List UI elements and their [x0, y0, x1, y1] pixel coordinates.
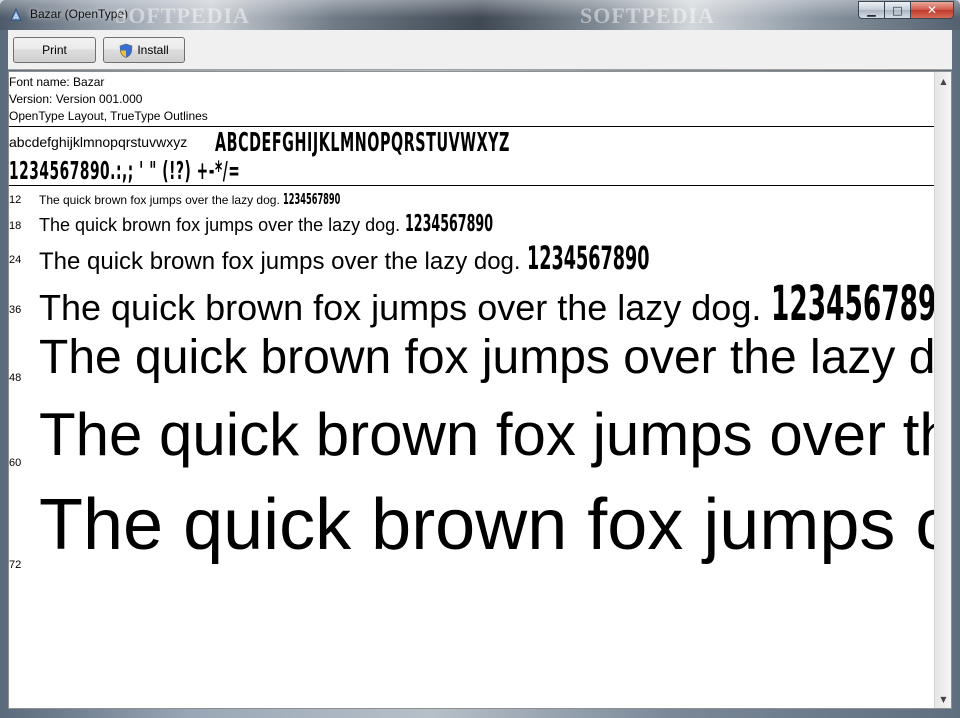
charset-numbers: 1234567890.:,; ' " (!?) +-*/=	[9, 156, 430, 185]
sample-line-72: The quick brown fox jumps over the lazy …	[39, 484, 951, 566]
sample-text: The quick brown fox jumps over the lazy …	[39, 215, 401, 235]
sample-text: The quick brown fox jumps over the lazy …	[39, 287, 762, 328]
sample-text: The quick brown fox jumps over the lazy …	[39, 248, 521, 275]
font-name: Font name: Bazar	[9, 75, 105, 89]
charset-uppercase: ABCDEFGHIJKLMNOPQRSTUVWXYZ	[215, 128, 751, 158]
install-button[interactable]: Install	[103, 37, 185, 63]
scroll-down-icon[interactable]: ▼	[936, 691, 951, 707]
install-button-label: Install	[137, 43, 169, 57]
size-label: 36	[9, 304, 22, 316]
app-icon: A	[10, 7, 22, 21]
charset-numbers-text: 1234567890.:,; ' " (!?) +-*/=	[9, 156, 241, 185]
vertical-scrollbar[interactable]: ▲ ▼	[934, 72, 951, 708]
sample-line-18: The quick brown fox jumps over the lazy …	[39, 211, 565, 237]
font-version: Version: Version 001.000	[9, 92, 143, 106]
maximize-button[interactable]: □	[884, 1, 910, 19]
sample-numbers: 1234567890	[405, 211, 494, 237]
size-label: 24	[9, 254, 22, 266]
scroll-up-icon[interactable]: ▲	[936, 73, 951, 89]
close-icon: ✕	[926, 3, 938, 17]
sample-text: The quick brown fox jumps over the lazy …	[39, 331, 952, 384]
sample-text: The quick brown fox jumps over the lazy …	[39, 401, 951, 468]
size-label: 60	[9, 457, 22, 469]
font-preview-area[interactable]: Font name: Bazar Version: Version 001.00…	[8, 71, 952, 709]
shield-icon	[119, 43, 133, 58]
divider	[9, 185, 937, 186]
size-label: 12	[9, 194, 22, 206]
toolbar: Print Install	[8, 30, 952, 70]
watermark: SOFTPEDIA	[580, 3, 715, 28]
sample-line-60: The quick brown fox jumps over the lazy …	[39, 400, 951, 469]
sample-line-12: The quick brown fox jumps over the lazy …	[39, 190, 388, 208]
sample-numbers: 1234567890	[283, 190, 341, 208]
sample-line-36: The quick brown fox jumps over the lazy …	[39, 276, 952, 332]
size-label: 18	[9, 220, 22, 232]
title-bar[interactable]: A Bazar (OpenType) SOFTPEDIA SOFTPEDIA ▁…	[0, 0, 960, 30]
minimize-icon: ▁	[867, 3, 876, 17]
sample-numbers: 1234567890	[527, 239, 650, 277]
charset-lowercase: abcdefghijklmnopqrstuvwxyz	[9, 134, 188, 150]
sample-text: The quick brown fox jumps over the lazy …	[39, 193, 280, 207]
sample-numbers: 1234567890	[771, 276, 952, 332]
font-type: OpenType Layout, TrueType Outlines	[9, 109, 208, 123]
size-label: 72	[9, 559, 22, 571]
maximize-icon: □	[892, 3, 903, 17]
charset-uppercase-text: ABCDEFGHIJKLMNOPQRSTUVWXYZ	[215, 128, 510, 158]
size-label: 48	[9, 372, 22, 384]
watermark: SOFTPEDIA	[115, 3, 250, 28]
minimize-button[interactable]: ▁	[858, 1, 884, 19]
divider	[9, 126, 937, 127]
caption-buttons: ▁ □ ✕	[858, 1, 954, 19]
close-button[interactable]: ✕	[910, 1, 954, 19]
print-button-label: Print	[42, 43, 67, 57]
font-info: Font name: Bazar Version: Version 001.00…	[9, 74, 208, 125]
svg-text:A: A	[14, 13, 19, 21]
print-button[interactable]: Print	[13, 37, 96, 63]
font-viewer-window: A Bazar (OpenType) SOFTPEDIA SOFTPEDIA ▁…	[0, 0, 960, 718]
sample-line-24: The quick brown fox jumps over the lazy …	[39, 239, 750, 277]
sample-text: The quick brown fox jumps over the lazy …	[39, 485, 951, 565]
window-title: Bazar (OpenType)	[30, 7, 129, 21]
sample-line-48: The quick brown fox jumps over the lazy …	[39, 330, 952, 385]
